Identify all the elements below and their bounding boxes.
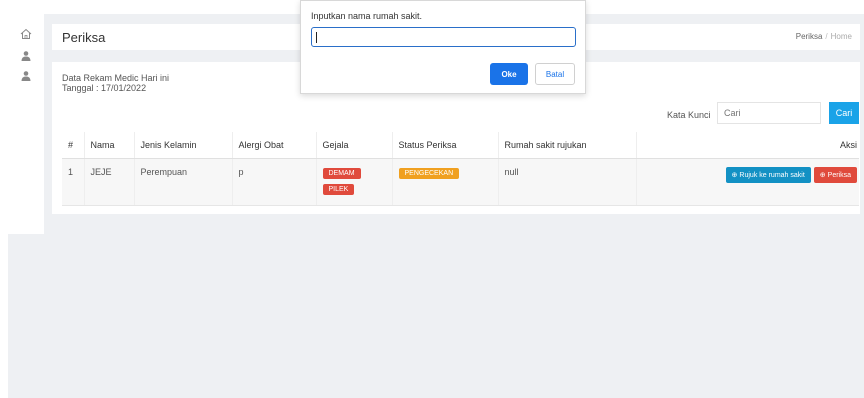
cell-status: PENGECEKAN bbox=[392, 158, 499, 206]
symptom-badge: DEMAM bbox=[322, 167, 361, 179]
search-button[interactable]: Cari bbox=[829, 102, 859, 124]
col-status-periksa: Status Periksa bbox=[392, 132, 499, 159]
plus-circle-icon: ⊕ bbox=[731, 171, 738, 179]
cell-gejala: DEMAM PILEK bbox=[316, 158, 393, 206]
breadcrumb-home[interactable]: Home bbox=[831, 32, 852, 41]
info-title: Data Rekam Medic Hari ini bbox=[62, 73, 170, 83]
cancel-button[interactable]: Batal bbox=[535, 63, 575, 85]
search-label: Kata Kunci bbox=[667, 110, 711, 120]
col-aksi: Aksi bbox=[636, 132, 859, 159]
rujuk-button[interactable]: ⊕ Rujuk ke rumah sakit bbox=[725, 166, 811, 183]
breadcrumb-current[interactable]: Periksa bbox=[796, 32, 823, 41]
page-title: Periksa bbox=[62, 30, 106, 45]
hospital-name-input[interactable] bbox=[311, 27, 576, 47]
user-icon[interactable] bbox=[20, 50, 32, 62]
rujuk-button-label: Rujuk ke rumah sakit bbox=[739, 171, 805, 179]
info-date: Tanggal : 17/01/2022 bbox=[62, 83, 147, 93]
table-header-row: # Nama Jenis Kelamin Alergi Obat Gejala … bbox=[62, 132, 859, 159]
col-number: # bbox=[62, 132, 85, 159]
breadcrumb: Periksa / Home bbox=[796, 32, 852, 41]
col-gejala: Gejala bbox=[316, 132, 393, 159]
cell-aksi: ⊕ Rujuk ke rumah sakit ⊕ Periksa bbox=[636, 158, 859, 206]
cell-rujukan: null bbox=[498, 158, 637, 206]
status-badge: PENGECEKAN bbox=[398, 167, 460, 179]
cell-alergi-obat: p bbox=[232, 158, 317, 206]
col-rumah-sakit-rujukan: Rumah sakit rujukan bbox=[498, 132, 637, 159]
breadcrumb-separator: / bbox=[825, 32, 828, 41]
col-jenis-kelamin: Jenis Kelamin bbox=[134, 132, 233, 159]
prompt-dialog: Inputkan nama rumah sakit. Oke Batal bbox=[300, 0, 586, 94]
col-nama: Nama bbox=[84, 132, 135, 159]
plus-circle-icon: ⊕ bbox=[819, 171, 826, 179]
text-caret bbox=[316, 32, 317, 43]
user-icon[interactable] bbox=[20, 70, 32, 82]
symptom-badge: PILEK bbox=[322, 183, 355, 195]
periksa-button-label: Periksa bbox=[827, 171, 851, 179]
dialog-message: Inputkan nama rumah sakit. bbox=[311, 11, 423, 21]
ok-button[interactable]: Oke bbox=[490, 63, 528, 85]
data-table: # Nama Jenis Kelamin Alergi Obat Gejala … bbox=[62, 132, 859, 206]
cell-nama: JEJE bbox=[84, 158, 135, 206]
periksa-button[interactable]: ⊕ Periksa bbox=[813, 166, 857, 183]
home-icon[interactable] bbox=[20, 28, 32, 40]
col-alergi-obat: Alergi Obat bbox=[232, 132, 317, 159]
sidebar bbox=[8, 14, 44, 234]
cell-jenis-kelamin: Perempuan bbox=[134, 158, 233, 206]
table-row: 1 JEJE Perempuan p DEMAM PILEK PENGECEKA… bbox=[62, 158, 859, 206]
cell-number: 1 bbox=[62, 158, 85, 206]
search-input[interactable] bbox=[717, 102, 821, 124]
